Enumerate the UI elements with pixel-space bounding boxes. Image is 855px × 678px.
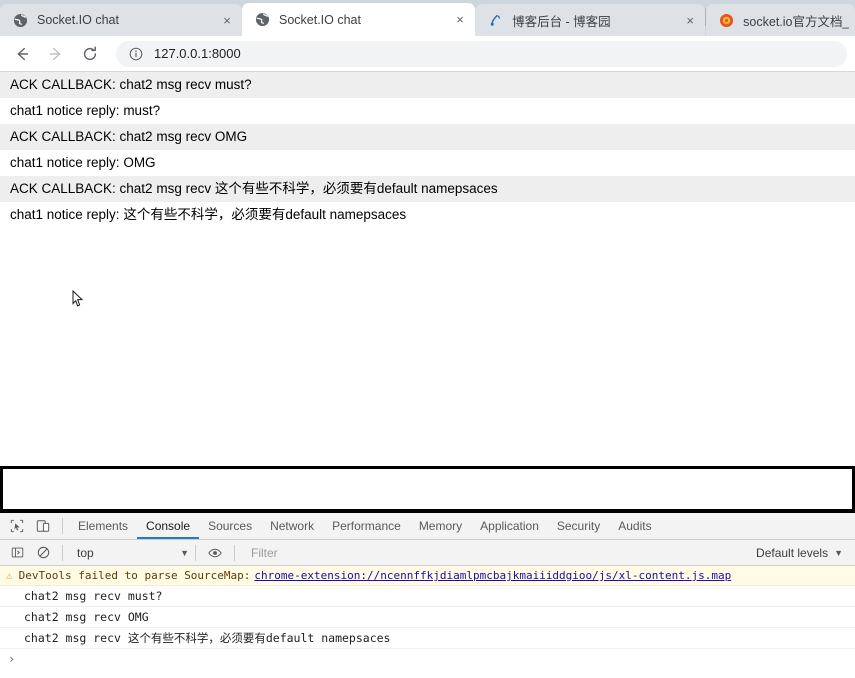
divider	[62, 544, 63, 561]
info-circle-icon[interactable]	[128, 46, 144, 62]
list-item: chat1 notice reply: OMG	[0, 150, 855, 176]
page-viewport: ACK CALLBACK: chat2 msg recv must? chat1…	[0, 72, 855, 512]
address-bar[interactable]: 127.0.0.1:8000	[116, 40, 847, 67]
close-icon[interactable]: ×	[451, 11, 469, 29]
console-sidebar-icon[interactable]	[4, 540, 30, 566]
tab-audits[interactable]: Audits	[609, 513, 660, 539]
tab-strip: Socket.IO chat × Socket.IO chat × 博客后台 -…	[0, 0, 855, 36]
clear-console-icon[interactable]	[30, 540, 56, 566]
message-input[interactable]	[3, 469, 852, 509]
list-item: ACK CALLBACK: chat2 msg recv must?	[0, 72, 855, 98]
chat-message-list: ACK CALLBACK: chat2 msg recv must? chat1…	[0, 72, 855, 228]
back-arrow-icon[interactable]	[8, 40, 36, 68]
cnblogs-icon	[487, 12, 503, 28]
console-context-label: top	[77, 545, 94, 560]
forward-arrow-icon[interactable]	[42, 40, 70, 68]
console-warning-row: ⚠ DevTools failed to parse SourceMap: ch…	[0, 566, 855, 586]
browser-tab-2[interactable]: Socket.IO chat ×	[242, 3, 476, 36]
browser-tab-1[interactable]: Socket.IO chat ×	[0, 4, 242, 36]
tab-memory[interactable]: Memory	[410, 513, 471, 539]
devtools-tabbar: Elements Console Sources Network Perform…	[0, 513, 855, 540]
sourcemap-link[interactable]: chrome-extension://ncennffkjdiamlpmcbajk…	[254, 566, 731, 585]
browser-tab-title: Socket.IO chat	[279, 12, 361, 27]
console-filter-bar: top ▼ Filter Default levels ▼	[0, 540, 855, 566]
globe-icon	[254, 12, 270, 28]
console-log-row: chat2 msg recv 这个有些不科学，必须要有default namep…	[0, 628, 855, 649]
console-context-selector[interactable]: top ▼	[69, 546, 189, 560]
console-log-row: chat2 msg recv must?	[0, 586, 855, 607]
browser-tab-title: Socket.IO chat	[37, 13, 119, 27]
browser-toolbar: 127.0.0.1:8000	[0, 36, 855, 72]
divider	[62, 518, 63, 534]
message-input-box[interactable]	[0, 466, 855, 512]
divider	[234, 544, 235, 561]
globe-icon	[12, 12, 28, 28]
live-expression-eye-icon[interactable]	[202, 540, 228, 566]
list-item: chat1 notice reply: must?	[0, 98, 855, 124]
console-levels-label: Default levels	[756, 545, 829, 560]
inspect-element-icon[interactable]	[4, 513, 30, 539]
tab-sources[interactable]: Sources	[199, 513, 261, 539]
console-output: ⚠ DevTools failed to parse SourceMap: ch…	[0, 566, 855, 678]
list-item: chat1 notice reply: 这个有些不科学，必须要有default …	[0, 202, 855, 228]
mouse-pointer-icon	[72, 289, 84, 308]
csdn-icon	[718, 12, 734, 28]
browser-tab-title: 博客后台 - 博客园	[512, 14, 611, 29]
tab-security[interactable]: Security	[548, 513, 609, 539]
close-icon[interactable]: ×	[218, 11, 236, 29]
warning-triangle-icon: ⚠	[6, 569, 13, 582]
list-item: ACK CALLBACK: chat2 msg recv 这个有些不科学，必须要…	[0, 176, 855, 202]
console-levels-selector[interactable]: Default levels ▼	[756, 546, 855, 560]
tab-network[interactable]: Network	[261, 513, 323, 539]
chevron-down-icon: ▼	[834, 547, 843, 558]
device-toolbar-icon[interactable]	[30, 513, 56, 539]
reload-icon[interactable]	[76, 40, 104, 68]
divider	[195, 544, 196, 561]
tab-elements[interactable]: Elements	[69, 513, 137, 539]
tab-application[interactable]: Application	[471, 513, 548, 539]
console-filter-input[interactable]: Filter	[241, 546, 756, 560]
console-warning-text: DevTools failed to parse SourceMap:	[18, 569, 251, 582]
list-item: ACK CALLBACK: chat2 msg recv OMG	[0, 124, 855, 150]
console-log-row: chat2 msg recv OMG	[0, 607, 855, 628]
browser-window: Socket.IO chat × Socket.IO chat × 博客后台 -…	[0, 0, 855, 678]
tab-performance[interactable]: Performance	[323, 513, 410, 539]
devtools-panel: Elements Console Sources Network Perform…	[0, 512, 855, 678]
address-bar-url: 127.0.0.1:8000	[154, 46, 241, 61]
close-icon[interactable]: ×	[681, 11, 699, 29]
chevron-down-icon: ▼	[180, 547, 189, 558]
tab-console[interactable]: Console	[137, 513, 200, 539]
browser-tab-3[interactable]: 博客后台 - 博客园 ×	[475, 4, 706, 36]
browser-tab-4[interactable]: socket.io官方文档_w	[706, 4, 855, 36]
console-prompt[interactable]: ›	[0, 649, 855, 669]
browser-tab-title: socket.io官方文档_w	[743, 14, 849, 29]
